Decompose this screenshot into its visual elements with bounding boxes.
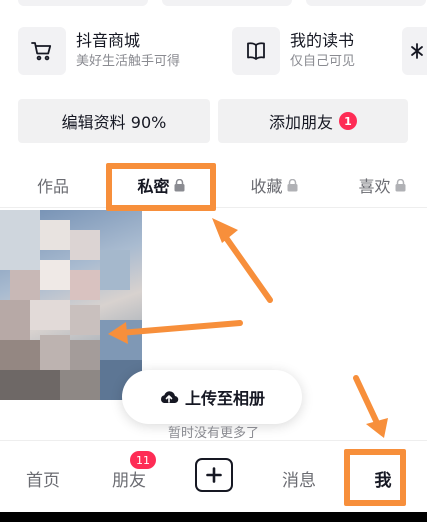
top-button-stub-2[interactable] bbox=[162, 0, 292, 6]
tab-favorites-label: 收藏 bbox=[250, 177, 283, 196]
bottom-nav: 首页 朋友 11 消息 我 bbox=[0, 440, 427, 522]
profile-tabs: 作品 私密 收藏 喜欢 bbox=[0, 162, 427, 208]
service-subtitle: 仅自己可见 bbox=[290, 54, 356, 69]
nav-me-label: 我 bbox=[374, 470, 392, 491]
service-mall[interactable]: 抖音商城 美好生活触手可得 bbox=[18, 20, 180, 82]
upload-label: 上传至相册 bbox=[184, 389, 265, 408]
plus-icon bbox=[206, 467, 222, 483]
friends-badge: 11 bbox=[130, 451, 156, 469]
private-video-thumbnail[interactable] bbox=[0, 210, 142, 400]
nav-messages[interactable]: 消息 bbox=[270, 463, 328, 493]
add-friend-label: 添加朋友 bbox=[268, 113, 333, 132]
top-button-stub-1[interactable] bbox=[18, 0, 148, 6]
arrow-to-me-tab bbox=[353, 375, 381, 428]
profile-actions: 编辑资料 90% 添加朋友 1 bbox=[0, 99, 427, 143]
tab-private[interactable]: 私密 bbox=[112, 162, 210, 208]
nav-home-label: 首页 bbox=[26, 470, 60, 491]
nav-friends-label: 朋友 bbox=[112, 470, 146, 491]
tab-works[interactable]: 作品 bbox=[20, 162, 86, 208]
lock-icon bbox=[174, 178, 185, 192]
lock-icon bbox=[287, 178, 298, 192]
cart-icon bbox=[18, 27, 66, 75]
services-row: 抖音商城 美好生活触手可得 我的读书 仅自己可见 bbox=[0, 20, 427, 82]
book-icon bbox=[232, 27, 280, 75]
service-title: 抖音商城 bbox=[76, 31, 141, 50]
active-tab-indicator bbox=[112, 205, 210, 207]
tab-likes[interactable]: 喜欢 bbox=[340, 162, 424, 208]
cloud-upload-icon bbox=[161, 391, 179, 404]
nav-messages-label: 消息 bbox=[282, 470, 316, 491]
tab-likes-label: 喜欢 bbox=[358, 177, 391, 196]
sparkle-icon bbox=[402, 27, 427, 75]
service-reading[interactable]: 我的读书 仅自己可见 bbox=[232, 20, 355, 82]
service-more-partial[interactable] bbox=[402, 20, 427, 82]
top-button-stub-3[interactable] bbox=[306, 0, 426, 6]
no-more-text: 暂时没有更多了 bbox=[167, 426, 259, 441]
edit-profile-label: 编辑资料 90% bbox=[61, 113, 167, 132]
add-friend-badge: 1 bbox=[339, 112, 357, 130]
edit-profile-button[interactable]: 编辑资料 90% bbox=[18, 99, 210, 143]
create-button[interactable] bbox=[195, 458, 233, 492]
service-subtitle: 美好生活触手可得 bbox=[76, 54, 181, 69]
upload-to-album-button[interactable]: 上传至相册 bbox=[122, 370, 302, 424]
arrow-to-private-tab bbox=[219, 229, 273, 303]
add-friend-button[interactable]: 添加朋友 1 bbox=[218, 99, 408, 143]
nav-me[interactable]: 我 bbox=[354, 463, 412, 493]
tab-favorites[interactable]: 收藏 bbox=[232, 162, 316, 208]
tab-private-label: 私密 bbox=[137, 177, 170, 196]
tab-works-label: 作品 bbox=[36, 177, 69, 196]
service-title: 我的读书 bbox=[290, 31, 355, 50]
nav-home[interactable]: 首页 bbox=[14, 463, 72, 493]
system-home-bar bbox=[0, 512, 427, 522]
nav-friends[interactable]: 朋友 11 bbox=[100, 451, 158, 493]
arrowhead-private bbox=[212, 218, 238, 243]
lock-icon bbox=[395, 178, 406, 192]
